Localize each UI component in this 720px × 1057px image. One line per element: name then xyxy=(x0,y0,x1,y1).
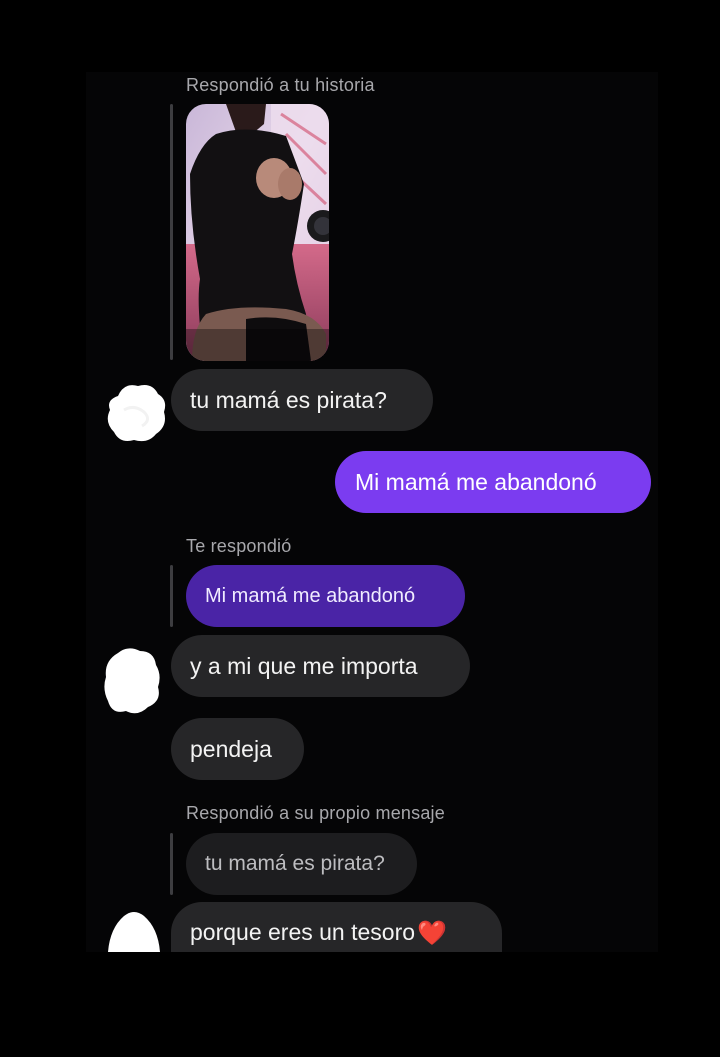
reply-indicator-bar xyxy=(170,104,173,360)
contact-avatar[interactable] xyxy=(104,908,162,952)
message-text: porque eres un tesoro xyxy=(190,919,416,945)
message-text: pendeja xyxy=(190,735,272,762)
message-bubble-incoming[interactable]: y a mi que me importa xyxy=(171,635,470,697)
message-bubble-incoming[interactable]: tu mamá es pirata? xyxy=(171,369,433,431)
reply-indicator-bar xyxy=(170,833,173,895)
heart-emoji-icon: ❤️ xyxy=(417,920,447,947)
contact-avatar[interactable] xyxy=(104,380,168,444)
story-thumbnail[interactable] xyxy=(186,104,329,361)
story-image xyxy=(186,104,329,361)
story-reply-label: Respondió a tu historia xyxy=(186,75,375,95)
quoted-text: tu mamá es pirata? xyxy=(205,852,385,875)
reply-indicator-bar xyxy=(170,565,173,627)
message-text: tu mamá es pirata? xyxy=(190,386,387,413)
message-text: Mi mamá me abandonó xyxy=(355,468,597,495)
contact-avatar[interactable] xyxy=(102,645,162,717)
message-bubble-incoming[interactable]: porque eres un tesoro ❤️ xyxy=(171,902,502,952)
self-reply-context-label: Respondió a su propio mensaje xyxy=(186,803,445,823)
screenshot-frame: Respondió a tu historia tu mamá es pirat… xyxy=(0,0,720,1057)
message-bubble-incoming[interactable]: pendeja xyxy=(171,718,304,780)
quoted-text: Mi mamá me abandonó xyxy=(205,584,416,607)
quoted-message[interactable]: Mi mamá me abandonó xyxy=(186,565,465,627)
message-text: y a mi que me importa xyxy=(190,652,418,679)
quoted-message[interactable]: tu mamá es pirata? xyxy=(186,833,417,895)
message-bubble-outgoing[interactable]: Mi mamá me abandonó xyxy=(335,451,651,513)
reply-context-label: Te respondió xyxy=(186,536,292,556)
